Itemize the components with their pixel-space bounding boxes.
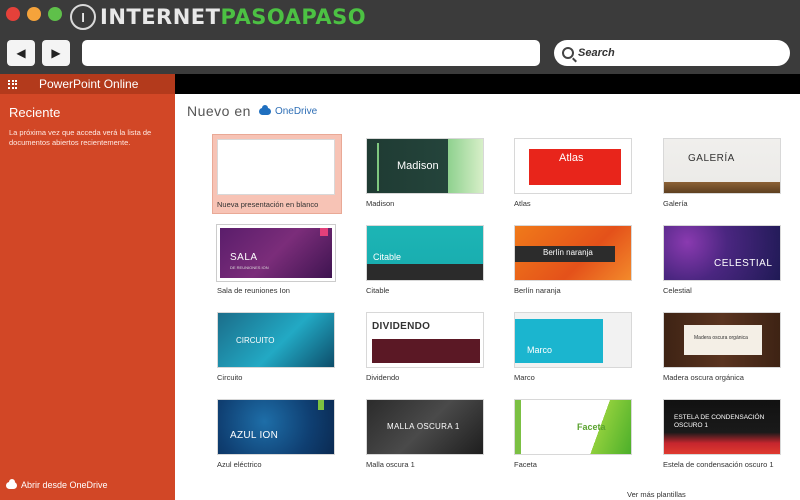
search-placeholder: Search <box>578 47 615 59</box>
close-window-button[interactable] <box>6 7 20 21</box>
browser-titlebar: I INTERNETPASOAPASO <box>0 0 800 34</box>
app-top-bar <box>175 74 800 94</box>
template-thumbnail <box>217 139 335 195</box>
new-in-label: Nuevo en <box>187 103 251 119</box>
site-logo: I INTERNETPASOAPASO <box>70 3 366 31</box>
template-madera-oscura[interactable]: Madera oscura orgánica Madera oscura org… <box>663 312 788 382</box>
open-from-onedrive-label: Abrir desde OneDrive <box>21 480 108 490</box>
template-thumbnail: Faceta <box>514 399 632 455</box>
template-atlas[interactable]: Atlas Atlas <box>514 138 639 208</box>
back-button[interactable]: ◀ <box>7 40 35 66</box>
template-thumbnail: SALA DE REUNIONES ION <box>216 224 336 282</box>
browser-navbar: ◀ ▶ Search <box>0 34 800 74</box>
template-label: Madera oscura orgánica <box>663 373 744 382</box>
recent-heading: Reciente <box>9 105 61 120</box>
template-blank[interactable]: Nueva presentación en blanco <box>212 134 342 214</box>
template-marco[interactable]: Marco Marco <box>514 312 639 382</box>
recent-description: La próxima vez que acceda verá la lista … <box>9 128 152 147</box>
template-thumbnail: Berlín naranja <box>514 225 632 281</box>
logo-mark-icon: I <box>70 4 96 30</box>
template-celestial[interactable]: CELESTIAL Celestial <box>663 225 788 295</box>
app-launcher-icon[interactable] <box>8 79 17 89</box>
template-label: Circuito <box>217 373 243 382</box>
template-galeria[interactable]: GALERÍA Galería <box>663 138 788 208</box>
template-thumbnail: ESTELA DE CONDENSACIÓN OSCURO 1 <box>663 399 781 455</box>
template-dividendo[interactable]: DIVIDENDO Dividendo <box>366 312 491 382</box>
zoom-window-button[interactable] <box>48 7 62 21</box>
template-label: Galería <box>663 199 688 208</box>
template-citable[interactable]: Citable Citable <box>366 225 491 295</box>
onedrive-icon <box>258 104 271 115</box>
template-label: Malla oscura 1 <box>366 460 415 469</box>
template-label: Estela de condensación oscuro 1 <box>663 460 774 469</box>
sidebar: PowerPoint Online Reciente La próxima ve… <box>0 74 175 500</box>
template-thumbnail: CELESTIAL <box>663 225 781 281</box>
template-estela-condensacion[interactable]: ESTELA DE CONDENSACIÓN OSCURO 1 Estela d… <box>663 399 788 469</box>
template-label: Berlín naranja <box>514 286 561 295</box>
logo-text: INTERNETPASOAPASO <box>100 5 367 29</box>
template-label: Marco <box>514 373 535 382</box>
template-label: Atlas <box>514 199 531 208</box>
template-sala-reuniones-ion[interactable]: SALA DE REUNIONES ION Sala de reuniones … <box>216 224 342 295</box>
template-label: Dividendo <box>366 373 400 382</box>
template-madison[interactable]: Madison Madison <box>366 138 491 208</box>
template-label: Azul eléctrico <box>217 460 262 469</box>
gallery-header: Nuevo en OneDrive <box>187 103 317 119</box>
template-thumbnail: Madera oscura orgánica <box>663 312 781 368</box>
template-label: Citable <box>366 286 390 295</box>
template-thumbnail: Atlas <box>514 138 632 194</box>
template-label: Celestial <box>663 286 692 295</box>
address-bar[interactable] <box>82 40 540 66</box>
search-input[interactable]: Search <box>554 40 790 66</box>
template-circuito[interactable]: CIRCUITO Circuito <box>217 312 342 382</box>
sidebar-header: PowerPoint Online <box>0 74 175 94</box>
template-thumbnail: Marco <box>514 312 632 368</box>
template-label: Madison <box>366 199 395 208</box>
onedrive-label: OneDrive <box>274 105 318 117</box>
template-azul-electrico[interactable]: AZUL ION Azul eléctrico <box>217 399 342 469</box>
search-icon <box>562 47 574 59</box>
template-thumbnail: DIVIDENDO <box>366 312 484 368</box>
template-label: Sala de reuniones Ion <box>217 286 290 295</box>
template-thumbnail: Citable <box>366 225 484 281</box>
back-arrow-icon: ◀ <box>16 46 26 60</box>
template-malla-oscura[interactable]: MALLA OSCURA 1 Malla oscura 1 <box>366 399 491 469</box>
template-thumbnail: AZUL ION <box>217 399 335 455</box>
template-thumbnail: GALERÍA <box>663 138 781 194</box>
template-thumbnail: CIRCUITO <box>217 312 335 368</box>
template-thumbnail: Madison <box>366 138 484 194</box>
template-thumbnail: MALLA OSCURA 1 <box>366 399 484 455</box>
template-gallery: Nuevo en OneDrive Nueva presentación en … <box>175 94 800 500</box>
minimize-window-button[interactable] <box>27 7 41 21</box>
forward-button[interactable]: ▶ <box>42 40 70 66</box>
app-title: PowerPoint Online <box>39 77 139 91</box>
template-label: Faceta <box>514 460 537 469</box>
open-from-onedrive-link[interactable]: Abrir desde OneDrive <box>6 478 108 490</box>
template-label: Nueva presentación en blanco <box>217 200 319 209</box>
template-faceta[interactable]: Faceta Faceta <box>514 399 639 469</box>
template-berlin-naranja[interactable]: Berlín naranja Berlín naranja <box>514 225 639 295</box>
forward-arrow-icon: ▶ <box>51 46 61 60</box>
cloud-icon <box>6 478 17 489</box>
more-templates-link[interactable]: Ver más plantillas <box>627 490 686 499</box>
